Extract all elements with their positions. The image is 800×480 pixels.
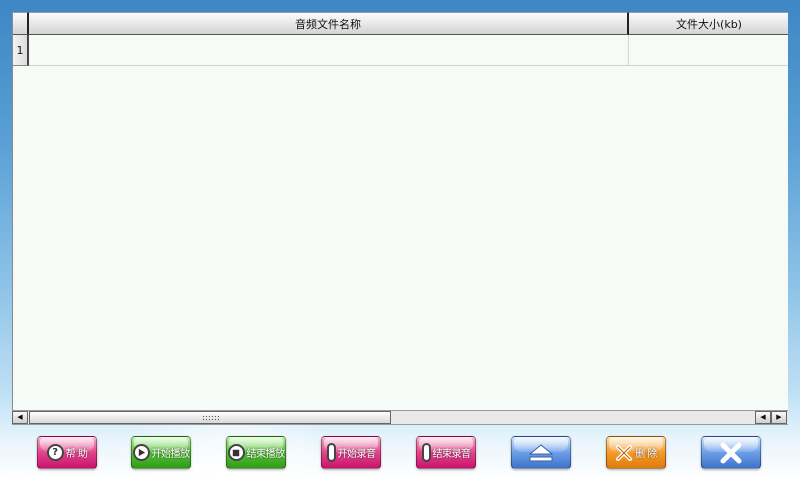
mic-icon [421,443,431,462]
stop-icon [227,444,245,461]
table-cell-file-name[interactable] [29,35,629,66]
stop-play-button[interactable]: 结束播放 [226,436,286,469]
eject-icon [528,443,554,461]
delete-button-label: 删 除 [635,449,657,460]
start-play-button[interactable]: 开始播放 [131,436,191,469]
mouse-cursor-icon [14,470,19,480]
delete-button[interactable]: 删 除 [606,436,666,469]
scroll-left-arrow-icon-2[interactable]: ◀ [755,411,771,424]
mic-icon [326,443,336,462]
play-icon [132,444,150,461]
toolbar: ? 帮 助 开始播放 结束播放 开始录音 结束录音 删 除 [0,436,800,470]
help-button-label: 帮 助 [65,449,88,460]
stop-record-button-label: 结束录音 [432,449,472,460]
table-cell-file-size[interactable] [629,35,788,66]
horizontal-scrollbar[interactable]: ◀ ◀ ▶ [12,410,788,425]
scrollbar-thumb[interactable] [29,411,391,424]
scroll-left-arrow-icon[interactable]: ◀ [12,411,28,424]
start-record-button[interactable]: 开始录音 [321,436,381,469]
close-button[interactable] [701,436,761,469]
close-icon [720,442,742,463]
column-header-file-size[interactable]: 文件大小(kb) [629,12,788,35]
eject-button[interactable] [511,436,571,469]
stop-play-button-label: 结束播放 [246,449,286,460]
row-header[interactable]: 1 [13,35,29,66]
stop-record-button[interactable]: 结束录音 [416,436,476,469]
audio-file-table[interactable]: 音频文件名称 文件大小(kb) 1 [12,12,788,425]
start-record-button-label: 开始录音 [337,449,377,460]
scroll-right-arrow-icon[interactable]: ▶ [771,411,787,424]
help-button[interactable]: ? 帮 助 [37,436,97,469]
question-icon: ? [46,444,64,461]
start-play-button-label: 开始播放 [151,449,191,460]
table-corner-header[interactable] [13,12,29,35]
delete-x-icon [616,444,633,461]
column-header-file-name[interactable]: 音频文件名称 [29,12,629,35]
grip-icon [202,415,220,422]
